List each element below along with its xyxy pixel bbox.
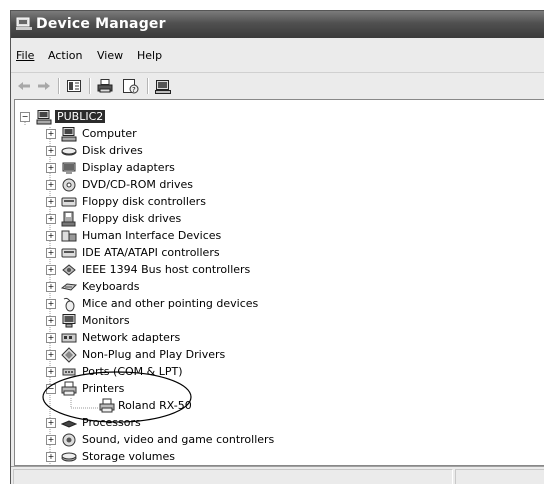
tree-node-label: Display adapters bbox=[82, 161, 175, 174]
tree-node-label: Monitors bbox=[82, 314, 130, 327]
print-button[interactable] bbox=[95, 77, 115, 95]
help-button[interactable]: ? bbox=[121, 77, 141, 95]
device-manager-window: Device Manager File Action View Help ? −… bbox=[10, 10, 544, 484]
expand-icon[interactable]: + bbox=[46, 333, 56, 343]
menu-file[interactable]: File bbox=[16, 49, 34, 62]
tree-node-label: Disk drives bbox=[82, 144, 143, 157]
toolbar-separator bbox=[147, 78, 149, 94]
tree-node-label: IDE ATA/ATAPI controllers bbox=[82, 246, 220, 259]
back-icon bbox=[18, 82, 30, 90]
expand-icon[interactable]: + bbox=[46, 350, 56, 360]
expand-icon[interactable]: + bbox=[46, 180, 56, 190]
expand-icon[interactable]: + bbox=[46, 282, 56, 292]
title-bar[interactable]: Device Manager bbox=[11, 11, 544, 38]
toolbar: ? bbox=[11, 72, 544, 99]
status-bar bbox=[11, 466, 544, 484]
properties-pane-button[interactable] bbox=[64, 77, 84, 95]
expand-icon[interactable]: + bbox=[46, 452, 56, 462]
monitor-icon bbox=[62, 314, 76, 328]
tree-node-label: DVD/CD-ROM drives bbox=[82, 178, 193, 191]
status-cell-main bbox=[13, 469, 453, 484]
properties-pane-icon bbox=[67, 80, 81, 92]
processor-icon bbox=[61, 420, 77, 428]
controller-icon bbox=[61, 197, 77, 207]
tree-node-label: Processors bbox=[82, 416, 141, 429]
disk-drive-icon bbox=[61, 147, 77, 156]
printer-icon bbox=[99, 398, 115, 413]
svg-text:?: ? bbox=[132, 86, 136, 94]
tree-node-label: Storage volumes bbox=[82, 450, 176, 463]
network-adapter-icon bbox=[61, 333, 77, 343]
expand-icon[interactable]: + bbox=[46, 265, 56, 275]
tree-node-label: Network adapters bbox=[82, 331, 181, 344]
toolbar-separator bbox=[89, 78, 91, 94]
printer-icon bbox=[61, 381, 77, 396]
tree-node-label: Sound, video and game controllers bbox=[82, 433, 275, 446]
expand-icon[interactable]: + bbox=[46, 146, 56, 156]
tree-node-label: Mice and other pointing devices bbox=[82, 297, 259, 310]
keyboard-icon bbox=[61, 283, 77, 291]
tree-node-label: IEEE 1394 Bus host controllers bbox=[82, 263, 251, 276]
expand-icon[interactable]: + bbox=[46, 231, 56, 241]
hid-icon bbox=[61, 230, 77, 242]
expand-icon[interactable]: + bbox=[46, 418, 56, 428]
tree-node-label: Printers bbox=[82, 382, 125, 395]
device-tree[interactable]: − PUBLIC2 + Computer + Disk drives + Display … bbox=[14, 99, 544, 466]
port-icon bbox=[62, 368, 76, 376]
print-icon bbox=[97, 79, 113, 93]
expand-icon[interactable]: + bbox=[46, 163, 56, 173]
floppy-icon bbox=[61, 211, 76, 227]
ieee1394-icon bbox=[62, 264, 76, 276]
menu-help[interactable]: Help bbox=[137, 49, 162, 62]
tree-node-label: Non-Plug and Play Drivers bbox=[82, 348, 226, 361]
expand-icon[interactable]: + bbox=[46, 435, 56, 445]
sound-icon bbox=[62, 433, 76, 447]
help-icon: ? bbox=[123, 78, 139, 94]
dvd-drive-icon bbox=[62, 178, 76, 192]
window-title: Device Manager bbox=[36, 16, 166, 32]
toolbar-separator bbox=[58, 78, 60, 94]
controller-icon bbox=[61, 248, 77, 258]
expand-icon[interactable]: + bbox=[46, 129, 56, 139]
diamond-icon bbox=[61, 347, 77, 363]
tree-node-label: Human Interface Devices bbox=[82, 229, 222, 242]
back-button[interactable] bbox=[15, 77, 33, 95]
forward-icon bbox=[38, 82, 50, 90]
menu-action[interactable]: Action bbox=[48, 49, 82, 62]
status-cell-secondary bbox=[455, 469, 544, 484]
expand-icon[interactable]: + bbox=[46, 214, 56, 224]
scan-hardware-button[interactable] bbox=[153, 77, 173, 95]
tree-node-label: Roland RX-50 bbox=[118, 399, 192, 412]
device-manager-icon bbox=[16, 17, 32, 30]
tree-node-label: Floppy disk drives bbox=[82, 212, 182, 225]
expand-icon[interactable]: + bbox=[46, 316, 56, 326]
collapse-icon[interactable]: − bbox=[20, 112, 30, 122]
display-adapter-icon bbox=[62, 162, 76, 174]
computer-icon bbox=[155, 79, 171, 94]
tree-node-label: Keyboards bbox=[82, 280, 140, 293]
expand-icon[interactable]: + bbox=[46, 299, 56, 309]
root-label: PUBLIC2 bbox=[55, 110, 106, 123]
storage-icon bbox=[61, 452, 77, 462]
computer-icon bbox=[61, 127, 77, 142]
expand-icon[interactable]: + bbox=[46, 367, 56, 377]
mouse-icon bbox=[63, 297, 75, 312]
computer-icon bbox=[36, 110, 52, 125]
expand-icon[interactable]: + bbox=[46, 248, 56, 258]
tree-node-label: Floppy disk controllers bbox=[82, 195, 206, 208]
tree-node-label: Ports (COM & LPT) bbox=[82, 365, 183, 378]
forward-button[interactable] bbox=[35, 77, 53, 95]
menu-view[interactable]: View bbox=[97, 49, 123, 62]
tree-node-label: Computer bbox=[82, 127, 137, 140]
expand-icon[interactable]: + bbox=[46, 197, 56, 207]
collapse-icon[interactable]: − bbox=[46, 384, 56, 394]
